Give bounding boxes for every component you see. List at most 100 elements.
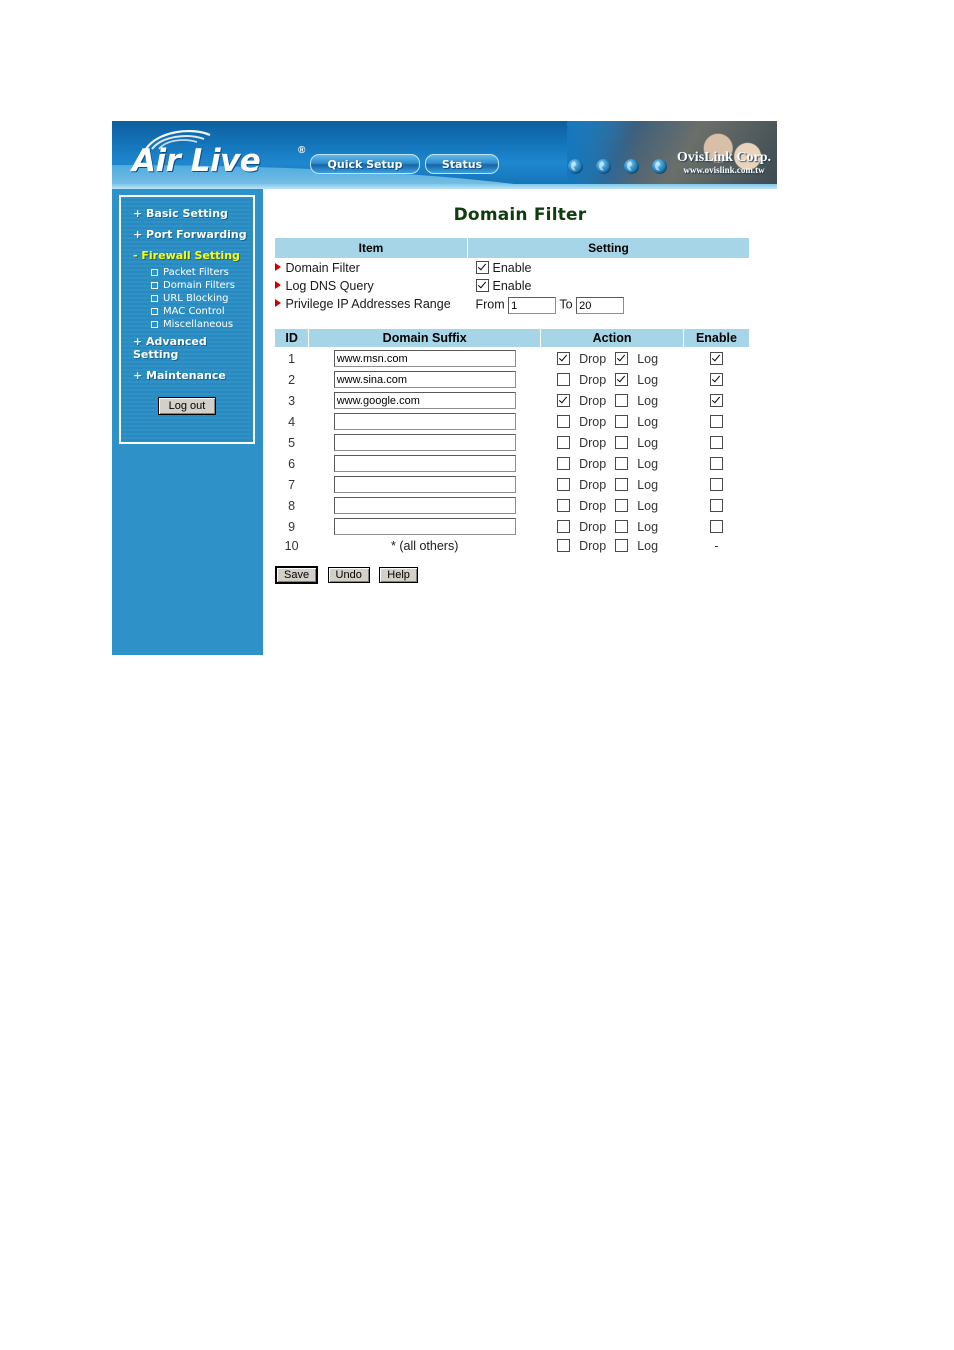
- checkbox-label: Drop: [579, 498, 607, 513]
- row-id-cell: 4: [288, 414, 296, 429]
- action-cell: Drop Log: [541, 432, 684, 453]
- save-button[interactable]: Save: [275, 566, 319, 584]
- setting-value-cell: Enable: [468, 277, 750, 295]
- column-header-setting: Setting: [467, 237, 750, 259]
- row-enable-checkbox[interactable]: [709, 498, 723, 512]
- drop-checkbox[interactable]: [557, 393, 571, 407]
- row-enable-checkbox[interactable]: [709, 414, 723, 428]
- undo-button[interactable]: Undo: [327, 567, 370, 583]
- sidebar-item-firewall-setting[interactable]: - Firewall Setting: [121, 245, 253, 266]
- domain-suffix-input[interactable]: [333, 434, 516, 451]
- drop-checkbox[interactable]: [557, 435, 571, 449]
- log-dns-query-enable-checkbox[interactable]: [475, 279, 489, 292]
- log-checkbox[interactable]: [615, 539, 629, 552]
- domain-suffix-input[interactable]: [333, 350, 516, 367]
- privilege-ip-from-input[interactable]: [508, 297, 557, 314]
- globe-icon[interactable]: [596, 159, 611, 174]
- setting-value-cell: From To: [468, 295, 750, 316]
- table-row: 3 Drop Log: [275, 390, 750, 411]
- log-checkbox[interactable]: [615, 477, 629, 491]
- log-checkbox[interactable]: [615, 456, 629, 470]
- domain-suffix-cell: * (all others): [391, 539, 459, 553]
- setting-label-cell: Privilege IP Addresses Range: [274, 295, 468, 316]
- sidebar-item-port-forwarding[interactable]: + Port Forwarding: [121, 224, 253, 245]
- drop-checkbox[interactable]: [557, 477, 571, 491]
- help-button[interactable]: Help: [379, 567, 418, 583]
- sidebar-item-packet-filters[interactable]: Packet Filters: [121, 266, 253, 279]
- row-id-cell: 6: [288, 456, 296, 471]
- checkbox-label: Drop: [579, 456, 607, 471]
- domain-suffix-input[interactable]: [333, 518, 516, 535]
- table-row: 8 Drop Log: [275, 495, 750, 516]
- drop-checkbox-wrapper: Drop: [557, 435, 606, 450]
- setting-value-cell: Enable: [468, 259, 750, 278]
- column-header-domain-suffix: Domain Suffix: [308, 328, 542, 348]
- sidebar-item-mac-control[interactable]: MAC Control: [121, 305, 253, 318]
- globe-icon[interactable]: [652, 159, 667, 174]
- log-checkbox-wrapper: Log: [615, 372, 659, 387]
- bullet-square-icon: [151, 308, 158, 315]
- page-body: + Basic Setting + Port Forwarding - Fire…: [112, 189, 777, 655]
- row-enable-checkbox[interactable]: [709, 519, 723, 533]
- quick-setup-button[interactable]: Quick Setup: [310, 154, 420, 174]
- log-checkbox[interactable]: [615, 498, 629, 512]
- setting-label: Privilege IP Addresses Range: [285, 297, 451, 311]
- row-enable-checkbox[interactable]: [709, 372, 723, 386]
- sidebar-item-domain-filters[interactable]: Domain Filters: [121, 279, 253, 292]
- setting-label: Log DNS Query: [285, 279, 374, 293]
- domain-suffix-cell: [309, 474, 541, 495]
- globe-icon[interactable]: [624, 159, 639, 174]
- domain-suffix-input[interactable]: [333, 497, 516, 514]
- row-enable-checkbox[interactable]: [709, 477, 723, 491]
- privilege-ip-to-input[interactable]: [576, 297, 625, 314]
- log-checkbox[interactable]: [615, 372, 629, 386]
- page-title: Domain Filter: [453, 205, 587, 225]
- table-row: 7 Drop Log: [275, 474, 750, 495]
- drop-checkbox[interactable]: [557, 351, 571, 365]
- domain-suffix-cell: [309, 348, 541, 370]
- sidebar-item-basic-setting[interactable]: + Basic Setting: [121, 203, 253, 224]
- domain-suffix-cell: [309, 432, 541, 453]
- setting-label-cell: Domain Filter: [274, 259, 468, 278]
- log-checkbox[interactable]: [615, 519, 629, 533]
- enable-cell: [683, 453, 749, 474]
- log-checkbox[interactable]: [615, 414, 629, 428]
- row-enable-checkbox[interactable]: [709, 393, 723, 407]
- sidebar-item-miscellaneous[interactable]: Miscellaneous: [121, 318, 253, 331]
- checkbox-label: Log: [637, 414, 659, 429]
- globe-icon[interactable]: [568, 159, 583, 174]
- enable-cell: [683, 495, 749, 516]
- checkbox-label: Log: [637, 372, 659, 387]
- checkbox-label: Log: [637, 539, 659, 553]
- drop-checkbox[interactable]: [557, 539, 571, 552]
- domain-suffix-input[interactable]: [333, 413, 516, 430]
- drop-checkbox-wrapper: Drop: [557, 393, 606, 408]
- domain-suffix-cell: [309, 453, 541, 474]
- domain-suffix-input[interactable]: [333, 455, 516, 472]
- log-checkbox[interactable]: [615, 435, 629, 449]
- drop-checkbox[interactable]: [557, 456, 571, 470]
- sidebar-item-advanced-setting[interactable]: + Advanced Setting: [121, 331, 253, 365]
- domain-suffix-input[interactable]: [333, 476, 516, 493]
- status-button[interactable]: Status: [425, 154, 499, 174]
- drop-checkbox[interactable]: [557, 519, 571, 533]
- checkbox-label: Log: [637, 393, 659, 408]
- sidebar-sublabel: MAC Control: [163, 306, 225, 317]
- log-checkbox[interactable]: [615, 393, 629, 407]
- row-enable-checkbox[interactable]: [709, 351, 723, 365]
- log-checkbox[interactable]: [615, 351, 629, 365]
- domain-filter-enable-checkbox[interactable]: [475, 261, 489, 274]
- sidebar-item-maintenance[interactable]: + Maintenance: [121, 365, 253, 386]
- domain-suffix-input[interactable]: [333, 371, 516, 388]
- drop-checkbox[interactable]: [557, 414, 571, 428]
- logout-button[interactable]: Log out: [157, 397, 217, 415]
- row-enable-checkbox[interactable]: [709, 456, 723, 470]
- domain-suffix-input[interactable]: [333, 392, 516, 409]
- sidebar-item-url-blocking[interactable]: URL Blocking: [121, 292, 253, 305]
- drop-checkbox[interactable]: [557, 372, 571, 386]
- drop-checkbox-wrapper: Drop: [557, 539, 606, 553]
- drop-checkbox[interactable]: [557, 498, 571, 512]
- row-id-cell: 5: [288, 435, 296, 450]
- row-enable-checkbox[interactable]: [709, 435, 723, 449]
- checkbox-label: Enable: [492, 279, 532, 293]
